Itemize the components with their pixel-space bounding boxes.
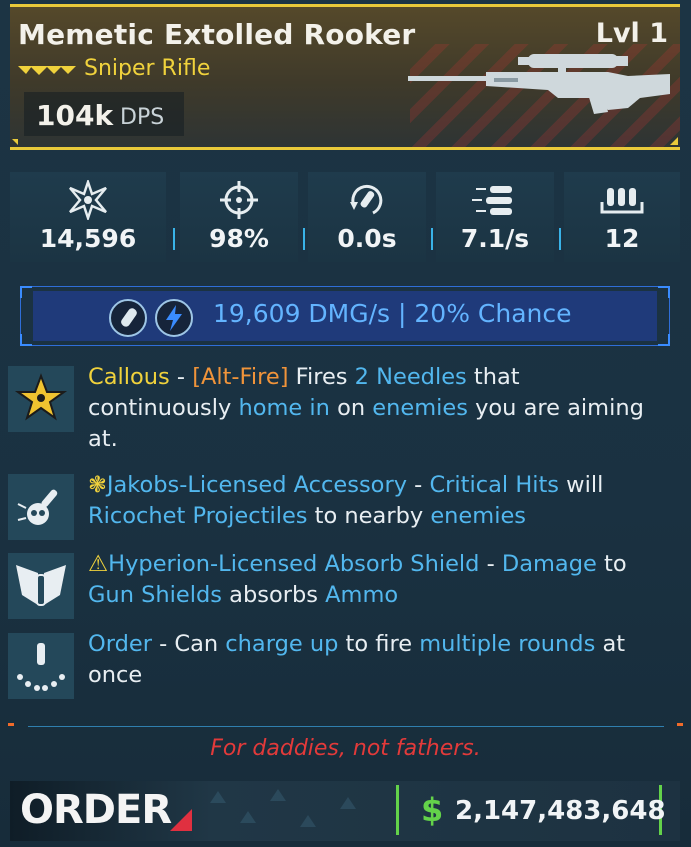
perk-text: Callous - [Alt-Fire] Fires 2 Needles tha… (88, 362, 668, 455)
perk-text-part: enemies (430, 503, 527, 529)
divider-dash-right (677, 723, 683, 726)
decor-triangle (210, 791, 226, 803)
perk-text-part: ⚠ (88, 551, 109, 577)
perk-text-part: enemies (372, 395, 468, 421)
perk-text-part: - Can (151, 631, 226, 657)
perk-text-part: Callous (88, 364, 170, 390)
stat-fire-rate: 7.1/s (436, 172, 554, 262)
stat-damage: 14,596 (10, 172, 166, 262)
damage-burst-icon (69, 180, 107, 220)
bullet-element-icon (109, 299, 147, 337)
skull-accessory-icon (8, 474, 74, 540)
rarity-chevrons-icon (18, 66, 76, 75)
dps-value: 104k (36, 99, 114, 132)
item-header: Memetic Extolled Rooker Lvl 1 Sniper Rif… (10, 4, 680, 150)
perk-text-part: Ricochet Projectiles (88, 503, 308, 529)
header-corner-right (670, 137, 678, 145)
fire-rate-icon (472, 186, 512, 215)
elemental-text: 19,609 DMG/s | 20% Chance (213, 299, 572, 328)
header-corner-left (12, 139, 18, 145)
decor-triangle (240, 811, 256, 823)
stat-accuracy-value: 98% (209, 224, 269, 253)
crosshair-icon (220, 181, 258, 219)
item-name: Memetic Extolled Rooker (18, 18, 416, 51)
stat-reload-value: 0.0s (337, 224, 397, 253)
divider-dash-left (8, 723, 14, 726)
perk-text-part: to fire (338, 631, 420, 657)
stat-accuracy: 98% (180, 172, 298, 262)
perk-text-part: 2 Needles (354, 364, 467, 390)
elem-corner (658, 334, 670, 346)
stat-separator (431, 228, 433, 250)
decor-triangle (340, 797, 356, 809)
perk-text-part: Fires (288, 364, 355, 390)
flavor-text: For daddies, not fathers. (210, 736, 481, 761)
perk-text-part: Ammo (325, 582, 399, 608)
stat-separator (559, 228, 561, 250)
perk-text-part: ❃ (88, 472, 107, 498)
perk-text-part: absorbs (222, 582, 326, 608)
perk-text-part: - (407, 472, 430, 498)
perk-text-part: Gun Shields (88, 582, 223, 608)
perk-text-part: will (559, 472, 604, 498)
shock-element-icon (155, 299, 193, 337)
dps-box: 104k DPS (24, 92, 184, 136)
perk-text-part: Critical Hits (429, 472, 560, 498)
stat-separator (303, 228, 305, 250)
dps-unit: DPS (120, 105, 165, 130)
stat-fire-rate-value: 7.1/s (460, 224, 530, 253)
magazine-icon (600, 188, 644, 214)
item-card: Memetic Extolled Rooker Lvl 1 Sniper Rif… (0, 0, 691, 847)
sniper-rifle-icon (408, 54, 670, 114)
perk-text: ⚠Hyperion-Licensed Absorb Shield - Damag… (88, 549, 668, 611)
perk-text-part: on (329, 395, 373, 421)
perk-text-part: to (596, 551, 627, 577)
perk-text-part: - (479, 551, 502, 577)
stat-magazine: 12 (564, 172, 680, 262)
perk-text-part: Jakobs-Licensed Accessory (106, 472, 408, 498)
absorb-shield-icon (8, 553, 74, 619)
reload-icon (350, 184, 383, 215)
perk-text-part: multiple rounds (419, 631, 596, 657)
elem-corner (658, 286, 670, 298)
weapon-type: Sniper Rifle (84, 56, 211, 81)
stats-row: 14,596 98% 0.0s 7.1/s 12 (10, 172, 680, 262)
perk-text: ❃Jakobs-Licensed Accessory - Critical Hi… (88, 470, 668, 532)
elem-corner (20, 286, 32, 298)
elem-corner (20, 334, 32, 346)
stat-magazine-value: 12 (604, 224, 640, 253)
perk-text-part: home in (238, 395, 330, 421)
decor-triangle (270, 789, 286, 801)
charge-rounds-icon (8, 633, 74, 699)
perk-text-part: to nearby (307, 503, 431, 529)
perk-text-part: Damage (501, 551, 597, 577)
price-value: 2,147,483,648 (455, 796, 666, 826)
perk-text-part: Order (88, 631, 152, 657)
star-badge-icon (8, 366, 74, 432)
stat-separator (173, 228, 175, 250)
stat-reload: 0.0s (308, 172, 426, 262)
flavor-divider (28, 726, 664, 727)
perk-text-part: - (169, 364, 193, 390)
decor-triangle (300, 815, 316, 827)
dollar-icon: $ (421, 791, 444, 829)
stat-damage-value: 14,596 (39, 224, 137, 253)
elemental-bar: 19,609 DMG/s | 20% Chance (20, 286, 670, 346)
perk-text-part: charge up (225, 631, 339, 657)
item-level: Lvl 1 (595, 18, 668, 49)
perk-text-part: Hyperion-Licensed Absorb Shield (108, 551, 480, 577)
manufacturer-bar: ORDER $ 2,147,483,648 (10, 781, 680, 841)
perk-text: Order - Can charge up to fire multiple r… (88, 629, 668, 691)
manufacturer-logo: ORDER (20, 787, 172, 833)
price-box: $ 2,147,483,648 (396, 785, 666, 835)
perk-text-part: [Alt-Fire] (192, 364, 289, 390)
manufacturer-logo-mark (170, 809, 192, 831)
